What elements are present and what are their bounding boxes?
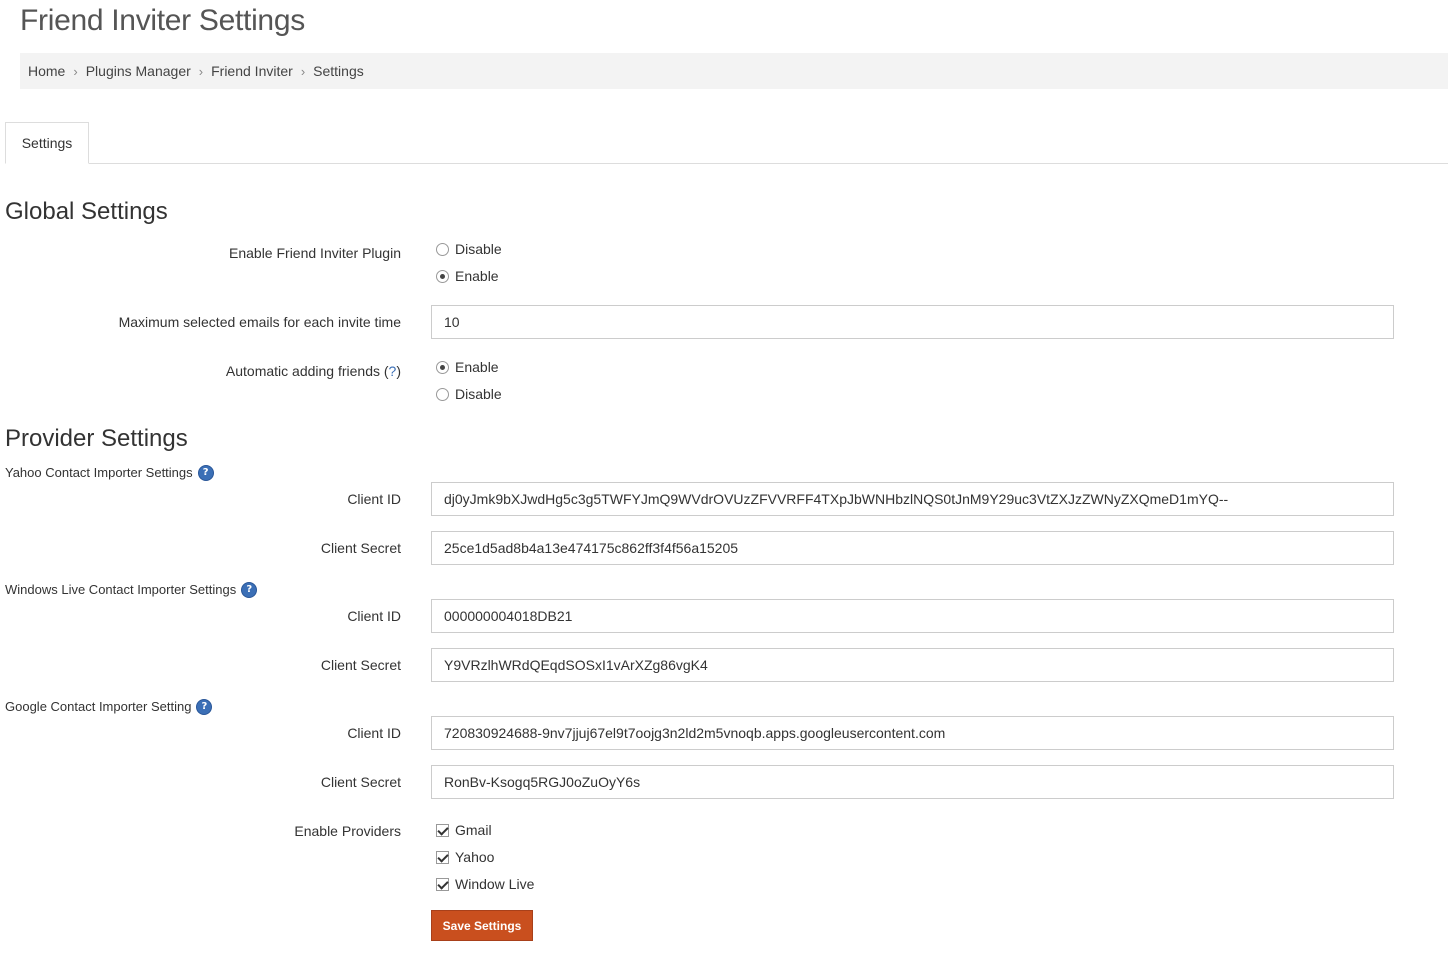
max-emails-input[interactable] <box>431 305 1394 339</box>
radio-checked-icon <box>436 360 449 374</box>
save-settings-button[interactable]: Save Settings <box>431 910 533 941</box>
provider-settings-heading: Provider Settings <box>5 425 188 452</box>
google-client-secret-label: Client Secret <box>320 774 401 790</box>
breadcrumb-friend-inviter[interactable]: Friend Inviter <box>211 63 293 79</box>
yahoo-client-id-label: Client ID <box>347 491 401 507</box>
google-client-id-label: Client ID <box>347 725 401 741</box>
auto-add-label-text: Automatic adding friends ( <box>225 363 389 379</box>
google-client-id-input[interactable] <box>431 716 1394 750</box>
radio-icon <box>436 242 449 256</box>
option-label: Disable <box>455 386 502 402</box>
yahoo-settings-heading: Yahoo Contact Importer Settings ? <box>5 465 213 480</box>
yahoo-settings-title: Yahoo Contact Importer Settings <box>5 465 193 480</box>
google-settings-heading: Google Contact Importer Setting ? <box>5 699 212 714</box>
enable-providers-label: Enable Providers <box>294 823 401 839</box>
breadcrumb: Home › Plugins Manager › Friend Inviter … <box>20 53 1448 89</box>
auto-add-label: Automatic adding friends (?) <box>226 363 401 379</box>
windows-client-secret-input[interactable] <box>431 648 1394 682</box>
auto-add-disable-radio[interactable]: Disable <box>436 386 502 402</box>
windows-client-secret-label: Client Secret <box>320 657 401 673</box>
global-settings-heading: Global Settings <box>5 198 168 225</box>
provider-yahoo-checkbox[interactable]: Yahoo <box>436 849 494 865</box>
page-title: Friend Inviter Settings <box>20 4 305 37</box>
enable-plugin-disable-radio[interactable]: Disable <box>436 241 502 257</box>
windows-client-id-label: Client ID <box>347 608 401 624</box>
option-label: Yahoo <box>455 849 495 865</box>
help-icon[interactable]: ? <box>198 465 213 480</box>
option-label: Gmail <box>455 822 492 838</box>
enable-plugin-enable-radio[interactable]: Enable <box>436 268 499 284</box>
provider-window-live-checkbox[interactable]: Window Live <box>436 876 534 892</box>
option-label: Disable <box>455 241 502 257</box>
windows-client-id-input[interactable] <box>431 599 1394 633</box>
radio-icon <box>436 387 449 401</box>
checkbox-checked-icon <box>436 823 449 837</box>
provider-gmail-checkbox[interactable]: Gmail <box>436 822 492 838</box>
chevron-right-icon: › <box>300 63 306 79</box>
chevron-right-icon: › <box>198 63 204 79</box>
help-icon[interactable]: ? <box>197 699 212 714</box>
checkbox-checked-icon <box>436 877 449 891</box>
windows-settings-title: Windows Live Contact Importer Settings <box>5 582 237 597</box>
breadcrumb-home[interactable]: Home <box>28 63 65 79</box>
breadcrumb-plugins-manager[interactable]: Plugins Manager <box>86 63 191 79</box>
yahoo-client-secret-input[interactable] <box>431 531 1394 565</box>
max-emails-label: Maximum selected emails for each invite … <box>118 314 401 330</box>
option-label: Window Live <box>455 876 535 892</box>
breadcrumb-current: Settings <box>313 63 364 79</box>
auto-add-enable-radio[interactable]: Enable <box>436 359 499 375</box>
google-settings-title: Google Contact Importer Setting <box>5 699 192 714</box>
tab-settings[interactable]: Settings <box>5 122 89 164</box>
radio-checked-icon <box>436 269 449 283</box>
option-label: Enable <box>455 268 499 284</box>
chevron-right-icon: › <box>73 63 78 79</box>
yahoo-client-secret-label: Client Secret <box>320 540 401 556</box>
windows-settings-heading: Windows Live Contact Importer Settings ? <box>5 582 257 597</box>
option-label: Enable <box>455 359 499 375</box>
auto-add-label-suffix: ) <box>396 363 401 379</box>
help-icon[interactable]: ? <box>242 582 257 597</box>
enable-plugin-label: Enable Friend Inviter Plugin <box>229 245 401 261</box>
google-client-secret-input[interactable] <box>431 765 1394 799</box>
yahoo-client-id-input[interactable] <box>431 482 1394 516</box>
checkbox-checked-icon <box>436 850 449 864</box>
tab-bar: Settings <box>5 122 1448 164</box>
